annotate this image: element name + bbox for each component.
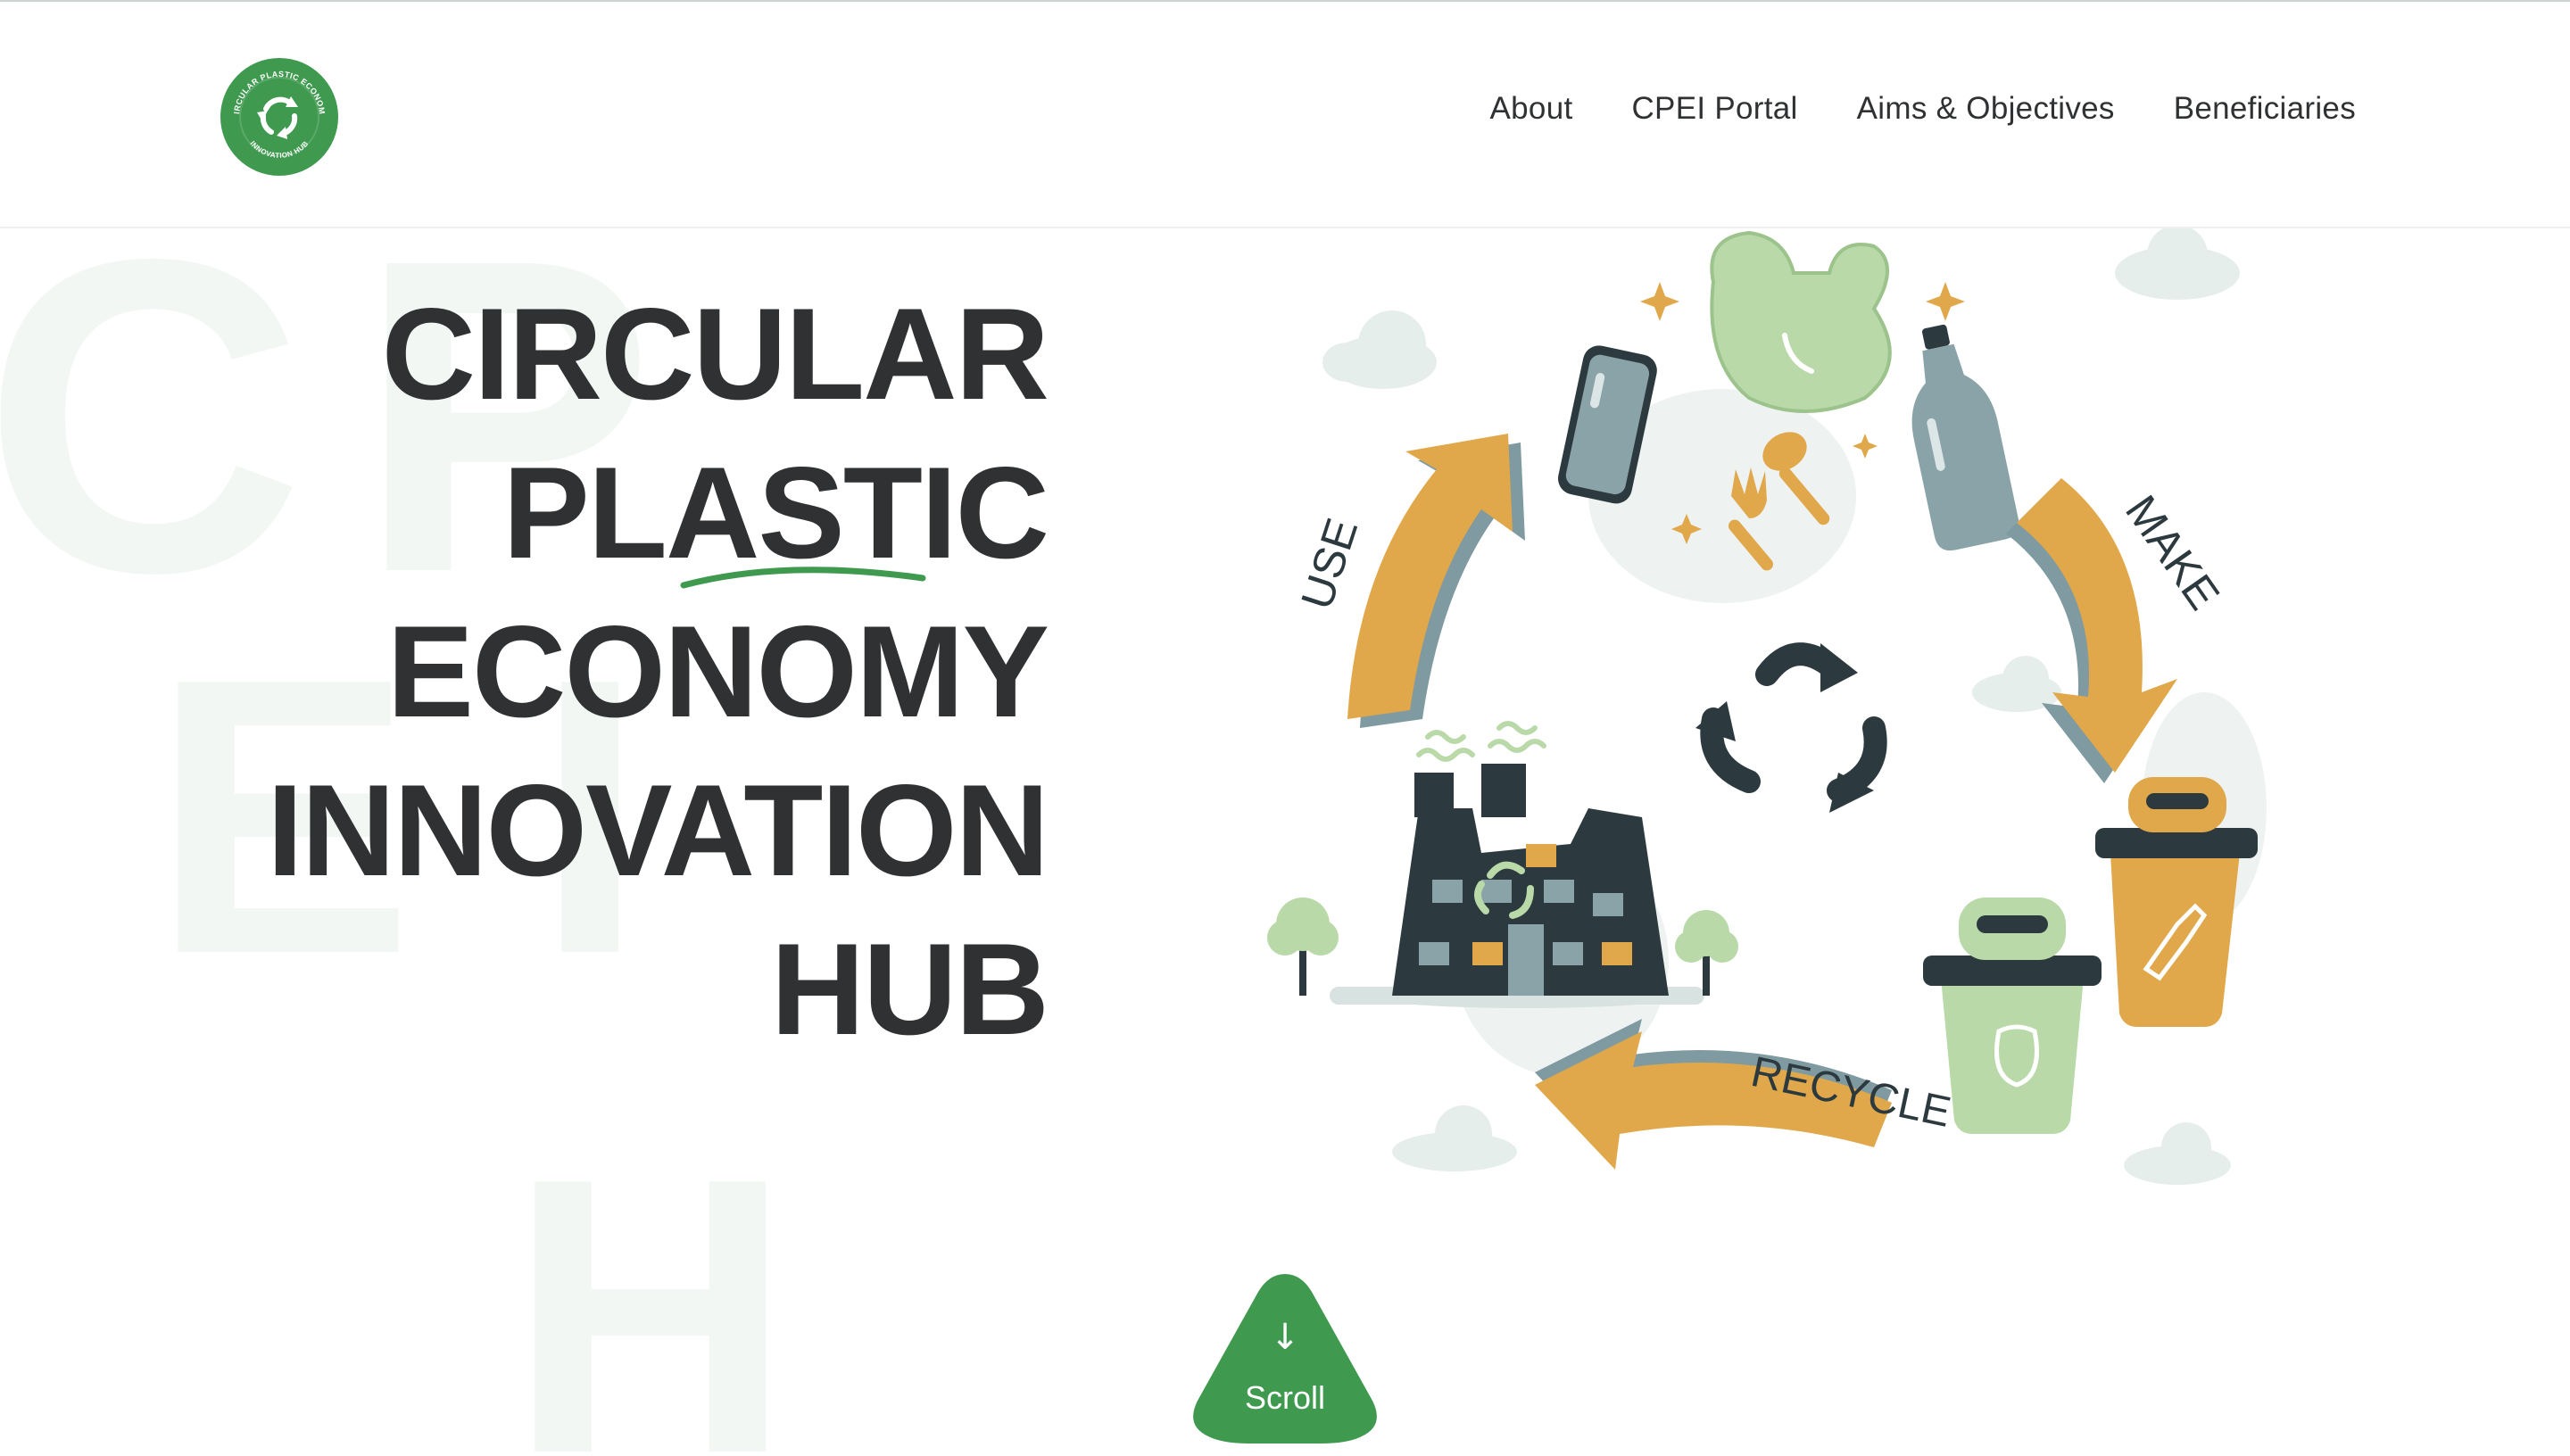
circular-economy-illustration: USE MAKE RECYCLE [1267, 228, 2267, 1185]
site-header: CIRCULAR PLASTIC ECONOMY INNOVATION HUB … [0, 2, 2570, 228]
hero-title: CIRCULAR PLASTIC ECONOMY INNOVATION HUB [267, 275, 1049, 1069]
hero-title-line: PLASTIC [502, 440, 1049, 585]
bottle-icon [1911, 324, 2019, 551]
hero-title-line: INNOVATION [267, 757, 1049, 903]
site-logo[interactable]: CIRCULAR PLASTIC ECONOMY INNOVATION HUB [217, 50, 339, 177]
use-label: USE [1291, 512, 1367, 615]
factory-icon [1330, 721, 1704, 1008]
title-underline-stroke [680, 567, 926, 589]
hero-title-line: CIRCULAR [381, 281, 1049, 426]
hero-title-line: ECONOMY [386, 599, 1049, 744]
hero-title-line: HUB [770, 916, 1049, 1062]
main-nav: About CPEI Portal Aims & Objectives Bene… [1490, 91, 2356, 127]
scroll-button[interactable]: ↓ Scroll [1187, 1267, 1383, 1445]
nav-aims-objectives[interactable]: Aims & Objectives [1857, 91, 2115, 127]
bg-letter-c: C [0, 228, 305, 665]
nav-beneficiaries[interactable]: Beneficiaries [2174, 91, 2356, 127]
scroll-label: Scroll [1244, 1379, 1326, 1416]
use-arrow-icon [1347, 434, 1525, 728]
plastic-bag-icon [1710, 230, 1892, 413]
nav-about[interactable]: About [1490, 91, 1573, 127]
nav-cpei-portal[interactable]: CPEI Portal [1631, 91, 1797, 127]
bg-letter-h: H [509, 1097, 792, 1456]
arrow-down-icon: ↓ [1270, 1317, 1300, 1358]
